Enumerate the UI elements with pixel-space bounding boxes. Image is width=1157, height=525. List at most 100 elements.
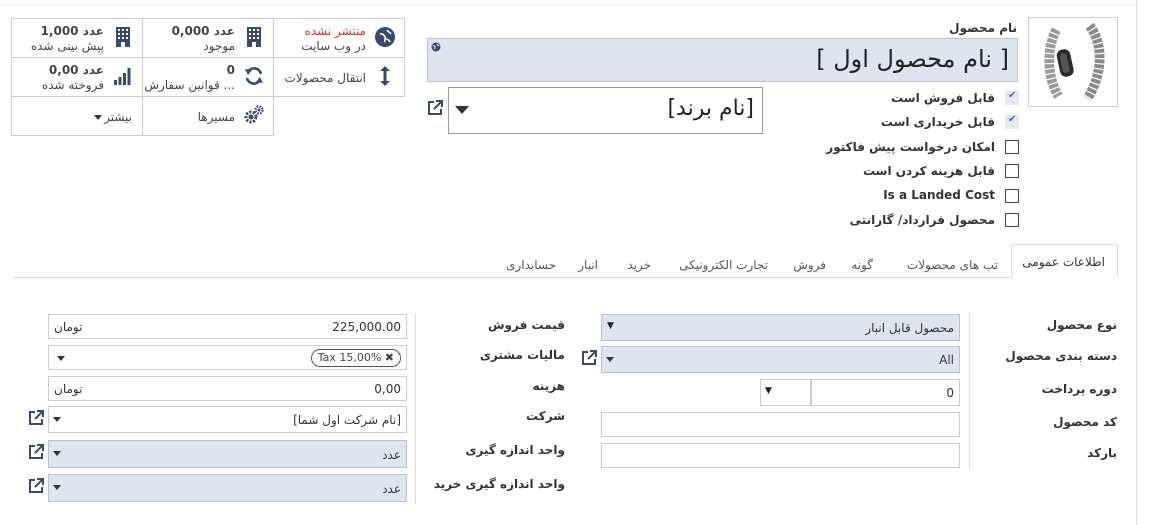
cost-label: هزینه bbox=[532, 379, 565, 393]
watch-band-image bbox=[1044, 22, 1105, 101]
brand-dropdown-icon bbox=[455, 106, 469, 114]
sale-price-currency: تومان bbox=[54, 320, 83, 334]
brand-select[interactable]: [نام برند] bbox=[448, 87, 763, 134]
cost-value: 0,00 bbox=[374, 382, 401, 396]
sale-ok-checkbox[interactable] bbox=[1005, 90, 1019, 105]
barcode-label: بارکد bbox=[1087, 446, 1117, 460]
website-button[interactable]: منتشر نشده در وب سایت bbox=[273, 18, 405, 58]
building-icon bbox=[116, 27, 130, 47]
company-dropdown-icon bbox=[53, 417, 61, 422]
website-status: منتشر نشده bbox=[304, 24, 366, 38]
sold-label: فروخته شده bbox=[41, 78, 104, 92]
tab-variants[interactable]: گونه bbox=[851, 258, 873, 272]
expensable-label: قابل هزینه کردن است bbox=[862, 164, 995, 178]
uom-value: عدد bbox=[382, 448, 401, 462]
tab-sales[interactable]: فروش bbox=[793, 258, 826, 272]
product-type-value: محصول قابل انبار bbox=[865, 321, 954, 335]
reordering-count: 0 bbox=[226, 63, 235, 77]
external-link-icon[interactable] bbox=[27, 443, 45, 461]
payment-term-input[interactable]: 0 bbox=[811, 379, 960, 406]
landed-cost-label: Is a Landed Cost bbox=[883, 188, 995, 202]
product-type-select[interactable]: محصول قابل انبار ▼ bbox=[601, 314, 960, 341]
on-hand-qty: 0,000 عدد bbox=[171, 24, 235, 38]
tab-general-info[interactable]: اطلاعات عمومی bbox=[1011, 244, 1118, 278]
external-link-icon[interactable] bbox=[580, 349, 598, 367]
company-value: [نام شرکت اول شما] bbox=[293, 413, 401, 427]
payment-term-label: دوره پرداخت bbox=[1041, 382, 1117, 396]
refresh-icon bbox=[245, 67, 263, 85]
sale-price-input[interactable]: 225,000.00 تومان bbox=[48, 314, 407, 339]
tax-tag[interactable]: Tax 15,00% ✖ bbox=[310, 349, 401, 367]
building-icon bbox=[247, 27, 261, 47]
product-type-label: نوع محصول bbox=[1046, 318, 1117, 332]
purchase-uom-label: واحد اندازه گیری خرید bbox=[433, 477, 565, 491]
sale-price-value: 225,000.00 bbox=[332, 320, 401, 334]
product-name-label: نام محصول bbox=[949, 21, 1017, 35]
tab-product-tabs[interactable]: تب های محصولات bbox=[907, 258, 998, 272]
category-value: All bbox=[939, 353, 954, 367]
product-moves-button[interactable]: انتقال محصولات bbox=[273, 57, 405, 97]
remove-tag-icon[interactable]: ✖ bbox=[385, 351, 394, 364]
company-select[interactable]: [نام شرکت اول شما] bbox=[48, 406, 407, 433]
uom-select[interactable]: عدد bbox=[48, 440, 407, 468]
payment-term-unit-dropdown-icon: ▼ bbox=[765, 386, 772, 396]
globe-icon bbox=[431, 42, 441, 52]
routes-button[interactable]: مسیرها bbox=[142, 96, 274, 136]
reordering-rules-button[interactable]: 0 قوانین سفارش ... bbox=[142, 57, 274, 97]
category-select[interactable]: All bbox=[601, 346, 960, 373]
uom-dropdown-icon bbox=[53, 451, 61, 456]
up-down-arrow-icon bbox=[380, 66, 390, 86]
payment-term-unit-select[interactable]: ▼ bbox=[760, 379, 811, 406]
quotation-checkbox[interactable] bbox=[1005, 140, 1019, 154]
company-label: شرکت bbox=[526, 409, 565, 423]
expensable-checkbox[interactable] bbox=[1005, 164, 1019, 178]
sold-qty: 0,00 عدد bbox=[48, 63, 104, 77]
customer-tax-input[interactable]: Tax 15,00% ✖ bbox=[48, 345, 407, 370]
globe-icon bbox=[375, 27, 395, 47]
routes-label: مسیرها bbox=[197, 110, 235, 124]
sold-button[interactable]: 0,00 عدد فروخته شده bbox=[11, 57, 143, 97]
purchase-ok-checkbox[interactable] bbox=[1005, 114, 1019, 129]
uom-label: واحد اندازه گیری bbox=[465, 443, 565, 457]
payment-term-value: 0 bbox=[946, 386, 954, 400]
sale-ok-label: قابل فروش است bbox=[891, 91, 995, 105]
tab-purchase[interactable]: خرید bbox=[627, 258, 651, 272]
product-image[interactable] bbox=[1028, 17, 1118, 107]
product-code-input[interactable] bbox=[601, 412, 960, 437]
on-hand-button[interactable]: 0,000 عدد موجود bbox=[142, 18, 274, 58]
on-hand-label: موجود bbox=[203, 39, 235, 53]
website-label: در وب سایت bbox=[301, 39, 366, 53]
signal-bars-icon bbox=[114, 68, 131, 85]
more-caret-icon bbox=[94, 115, 102, 120]
product-name-input[interactable]: [ نام محصول اول ] bbox=[427, 38, 1018, 82]
quotation-label: امکان درخواست پیش فاکتور bbox=[826, 140, 995, 154]
product-moves-label: انتقال محصولات bbox=[284, 71, 366, 85]
cost-input[interactable]: 0,00 تومان bbox=[48, 376, 407, 401]
customer-tax-dropdown-icon bbox=[57, 356, 65, 361]
purchase-uom-value: عدد bbox=[382, 482, 401, 496]
tab-accounting[interactable]: حسابداری bbox=[506, 258, 556, 272]
reordering-label: قوانین سفارش ... bbox=[144, 78, 235, 92]
category-label: دسته بندی محصول bbox=[1005, 349, 1117, 363]
sale-price-label: قیمت فروش bbox=[487, 318, 565, 332]
warranty-checkbox[interactable] bbox=[1005, 213, 1019, 227]
more-button[interactable]: بیشتر bbox=[11, 96, 143, 136]
tax-tag-label: Tax 15,00% bbox=[317, 351, 382, 364]
external-link-icon[interactable] bbox=[27, 409, 45, 427]
external-link-icon[interactable] bbox=[27, 477, 45, 495]
landed-cost-checkbox[interactable] bbox=[1005, 189, 1019, 203]
more-label: بیشتر bbox=[104, 110, 132, 124]
barcode-input[interactable] bbox=[601, 443, 960, 468]
tab-general-info-label: اطلاعات عمومی bbox=[1022, 255, 1105, 269]
purchase-uom-select[interactable]: عدد bbox=[48, 474, 407, 502]
tab-ecommerce[interactable]: تجارت الکترونیکی bbox=[679, 258, 768, 272]
product-type-dropdown-icon: ▼ bbox=[607, 321, 614, 331]
category-dropdown-icon bbox=[606, 357, 614, 362]
product-name-value: [ نام محصول اول ] bbox=[816, 45, 1009, 73]
forecast-button[interactable]: 1,000 عدد پیش بینی شده bbox=[11, 18, 143, 58]
tab-inventory[interactable]: انبار bbox=[578, 258, 598, 272]
left-column-divider bbox=[415, 314, 416, 504]
external-link-icon[interactable] bbox=[426, 99, 444, 117]
purchase-uom-dropdown-icon bbox=[53, 485, 61, 490]
cost-currency: تومان bbox=[54, 382, 83, 396]
